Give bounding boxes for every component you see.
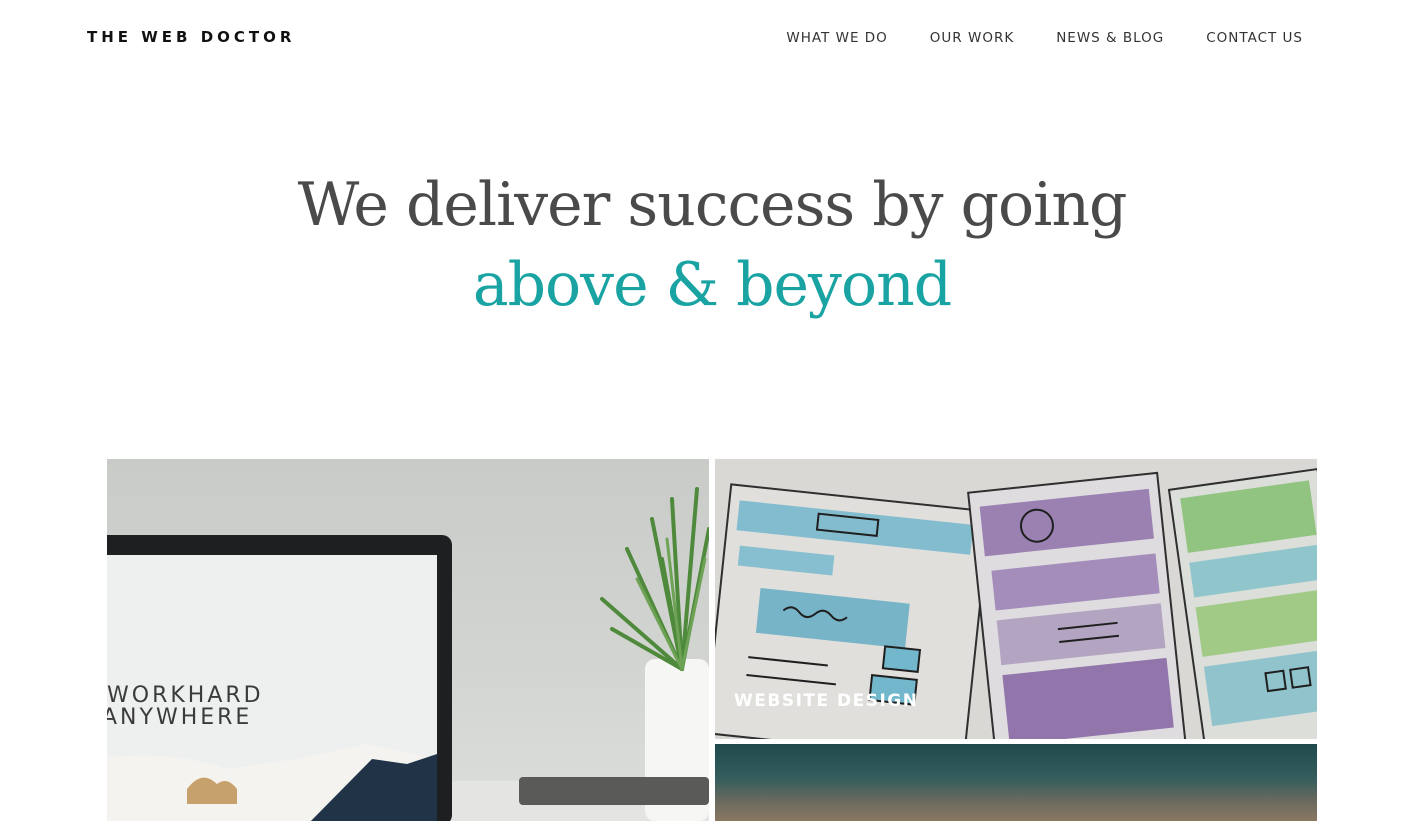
- nav-contact-us[interactable]: CONTACT US: [1206, 30, 1303, 46]
- portfolio-tile-landscape[interactable]: [715, 744, 1317, 821]
- tile-label-website-design: WEBSITE DESIGN: [734, 691, 919, 711]
- nav-what-we-do[interactable]: WHAT WE DO: [786, 30, 887, 46]
- site-header: THE WEB DOCTOR WHAT WE DO OUR WORK NEWS …: [0, 0, 1424, 80]
- site-logo[interactable]: THE WEB DOCTOR: [87, 28, 295, 46]
- portfolio-tile-website-design[interactable]: WEBSITE DESIGN: [715, 459, 1317, 739]
- hero-headline-accent: above & beyond: [472, 250, 952, 320]
- laptop-screen-text-2: ANYWHERE: [107, 705, 252, 730]
- portfolio-tile-workspace[interactable]: WORKHARD ANYWHERE: [107, 459, 709, 821]
- main-nav: WHAT WE DO OUR WORK NEWS & BLOG CONTACT …: [786, 30, 1303, 46]
- hero-headline-line1: We deliver success by going: [297, 170, 1128, 240]
- workspace-photo: WORKHARD ANYWHERE: [107, 487, 709, 821]
- nav-our-work[interactable]: OUR WORK: [930, 30, 1014, 46]
- nav-news-blog[interactable]: NEWS & BLOG: [1056, 30, 1164, 46]
- hero-section: We deliver success by going above & beyo…: [0, 165, 1424, 325]
